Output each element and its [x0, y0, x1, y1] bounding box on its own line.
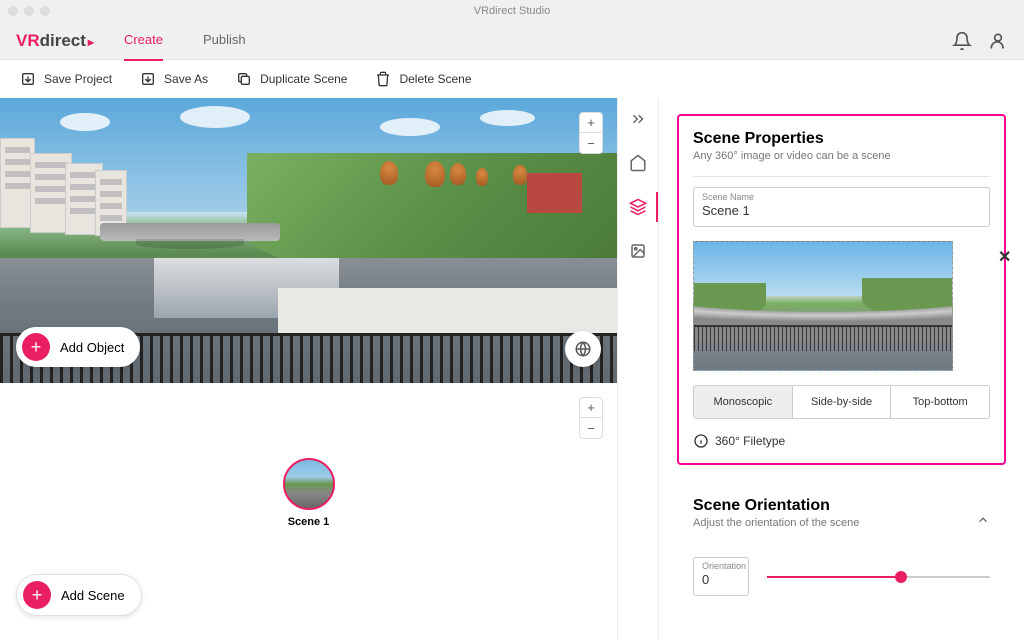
- orientation-slider[interactable]: [767, 576, 990, 578]
- main-tabs: Create Publish: [124, 20, 246, 61]
- scene-node[interactable]: Scene 1: [283, 458, 335, 528]
- side-rail: [617, 98, 659, 640]
- filetype-label: 360° Filetype: [715, 434, 785, 448]
- graph-zoom: + −: [579, 397, 603, 439]
- orientation-field[interactable]: Orientation: [693, 557, 749, 596]
- collapse-icon[interactable]: [629, 110, 647, 128]
- globe-icon: [574, 340, 592, 358]
- add-scene-button[interactable]: + Add Scene: [16, 574, 142, 616]
- traffic-minimize[interactable]: [24, 6, 34, 16]
- remove-image-button[interactable]: ✕: [998, 247, 1016, 265]
- duplicate-icon: [236, 71, 252, 87]
- window-title: VRdirect Studio: [474, 5, 550, 17]
- tab-create[interactable]: Create: [124, 20, 163, 61]
- frame-icon[interactable]: [629, 242, 647, 260]
- toolbar: Save Project Save As Duplicate Scene Del…: [0, 60, 1024, 98]
- scene-orientation-section: Scene Orientation Adjust the orientation…: [677, 481, 1006, 612]
- bell-icon[interactable]: [952, 31, 972, 51]
- section-subtitle: Any 360° image or video can be a scene: [693, 150, 990, 162]
- traffic-maximize[interactable]: [40, 6, 50, 16]
- traffic-lights: [8, 6, 50, 16]
- scene-name-field[interactable]: Scene Name: [693, 187, 990, 227]
- field-label: Scene Name: [702, 192, 981, 202]
- graph-zoom-out-button[interactable]: −: [580, 418, 602, 438]
- plus-icon: +: [22, 333, 50, 361]
- user-icon[interactable]: [988, 31, 1008, 51]
- segment-top-bottom[interactable]: Top-bottom: [891, 386, 989, 418]
- add-object-button[interactable]: + Add Object: [16, 327, 140, 367]
- scene-viewport[interactable]: + − + Add Object: [0, 98, 617, 383]
- duplicate-scene-button[interactable]: Duplicate Scene: [236, 71, 347, 87]
- section-title: Scene Properties: [693, 130, 990, 148]
- orientation-input[interactable]: [702, 572, 740, 587]
- save-project-button[interactable]: Save Project: [20, 71, 112, 87]
- scene-image-preview[interactable]: [693, 241, 953, 371]
- window-titlebar: VRdirect Studio: [0, 0, 1024, 22]
- plus-icon: +: [23, 581, 51, 609]
- traffic-close[interactable]: [8, 6, 18, 16]
- stereo-mode-control: Monoscopic Side-by-side Top-bottom: [693, 385, 990, 419]
- save-as-icon: [140, 71, 156, 87]
- segment-side-by-side[interactable]: Side-by-side: [793, 386, 892, 418]
- zoom-in-button[interactable]: +: [580, 113, 602, 133]
- app-header: VRdirect▸ Create Publish: [0, 22, 1024, 60]
- tab-publish[interactable]: Publish: [203, 20, 246, 61]
- scene-thumbnail: [283, 458, 335, 510]
- segment-monoscopic[interactable]: Monoscopic: [694, 386, 793, 418]
- scene-name-input[interactable]: [702, 203, 981, 218]
- scene-node-label: Scene 1: [288, 516, 330, 528]
- section-title: Scene Orientation: [693, 497, 859, 515]
- layers-icon[interactable]: [629, 198, 647, 216]
- graph-zoom-in-button[interactable]: +: [580, 398, 602, 418]
- app-logo: VRdirect▸: [16, 31, 94, 51]
- save-as-button[interactable]: Save As: [140, 71, 208, 87]
- save-icon: [20, 71, 36, 87]
- scene-properties-section: Scene Properties Any 360° image or video…: [677, 114, 1006, 465]
- globe-button[interactable]: [565, 331, 601, 367]
- trash-icon: [375, 71, 391, 87]
- chevron-up-icon[interactable]: [976, 513, 990, 527]
- info-icon[interactable]: [693, 433, 709, 449]
- section-subtitle: Adjust the orientation of the scene: [693, 517, 859, 529]
- scene-graph[interactable]: + − Scene 1 + Add Scene: [0, 383, 617, 640]
- zoom-out-button[interactable]: −: [580, 133, 602, 153]
- filetype-row: 360° Filetype: [693, 433, 990, 449]
- viewport-zoom: + −: [579, 112, 603, 154]
- delete-scene-button[interactable]: Delete Scene: [375, 71, 471, 87]
- time-events-section: Time Events Create events at a specific …: [677, 628, 1006, 640]
- home-icon[interactable]: [629, 154, 647, 172]
- properties-panel: Scene Properties Any 360° image or video…: [659, 98, 1024, 640]
- slider-thumb[interactable]: [895, 571, 907, 583]
